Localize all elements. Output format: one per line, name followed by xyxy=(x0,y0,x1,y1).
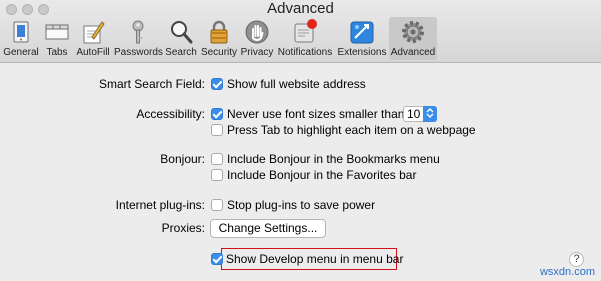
show-full-address-checkbox[interactable] xyxy=(211,78,223,90)
min-font-size-label[interactable]: Never use font sizes smaller than xyxy=(227,107,404,121)
toolbar-item-label: AutoFill xyxy=(76,47,110,58)
show-full-address-label[interactable]: Show full website address xyxy=(227,77,366,91)
notifications-icon xyxy=(292,19,318,45)
toolbar-item-security[interactable]: Security xyxy=(199,17,239,60)
min-font-size-value: 10 xyxy=(407,107,421,121)
accessibility-label: Accessibility: xyxy=(136,107,205,121)
smart-search-field-label: Smart Search Field: xyxy=(98,77,205,91)
tabs-icon xyxy=(44,19,70,45)
toolbar-item-passwords[interactable]: Passwords xyxy=(114,17,163,60)
watermark: wsxdn.com xyxy=(539,266,595,278)
help-button[interactable]: ? xyxy=(569,252,584,267)
bonjour-label: Bonjour: xyxy=(160,152,205,166)
toolbar-item-label: Advanced xyxy=(390,47,436,58)
toolbar-item-label: Security xyxy=(200,47,238,58)
window-title: Advanced xyxy=(267,0,334,17)
min-font-size-select[interactable]: 10 xyxy=(403,106,437,122)
show-develop-menu-checkbox[interactable] xyxy=(211,253,223,265)
toolbar-item-general[interactable]: General xyxy=(2,17,40,60)
tab-highlight-checkbox[interactable] xyxy=(211,124,223,136)
bonjour-favorites-checkbox[interactable] xyxy=(211,169,223,181)
key-icon xyxy=(125,19,151,45)
min-font-size-checkbox[interactable] xyxy=(211,108,223,120)
tab-highlight-label[interactable]: Press Tab to highlight each item on a we… xyxy=(227,123,476,137)
toolbar-item-label: Extensions xyxy=(337,47,387,58)
autofill-icon xyxy=(80,19,106,45)
toolbar-item-label: Passwords xyxy=(114,47,163,58)
chevron-down-icon xyxy=(423,106,437,122)
gear-icon xyxy=(400,19,426,45)
change-settings-button[interactable]: Change Settings... xyxy=(210,219,326,238)
toolbar-item-search[interactable]: Search xyxy=(164,17,198,60)
internet-plugins-label: Internet plug-ins: xyxy=(115,198,205,212)
toolbar-item-label: General xyxy=(3,47,39,58)
general-icon xyxy=(8,19,34,45)
toolbar-item-autofill[interactable]: AutoFill xyxy=(74,17,112,60)
toolbar-item-tabs[interactable]: Tabs xyxy=(42,17,72,60)
bonjour-favorites-label[interactable]: Include Bonjour in the Favorites bar xyxy=(227,168,416,182)
toolbar-item-privacy[interactable]: Privacy xyxy=(240,17,274,60)
proxies-label: Proxies: xyxy=(161,221,205,235)
show-develop-menu-label[interactable]: Show Develop menu in menu bar xyxy=(226,252,403,266)
extensions-icon xyxy=(349,19,375,45)
toolbar-item-advanced[interactable]: Advanced xyxy=(389,17,437,60)
bonjour-bookmarks-checkbox[interactable] xyxy=(211,153,223,165)
bonjour-bookmarks-label[interactable]: Include Bonjour in the Bookmarks menu xyxy=(227,152,440,166)
window-toolbar: Advanced General Tabs AutoFill Passwords… xyxy=(0,0,601,63)
toolbar-item-extensions[interactable]: Extensions xyxy=(336,17,388,60)
toolbar-item-label: Search xyxy=(165,47,197,58)
toolbar-item-notifications[interactable]: Notifications xyxy=(276,17,334,60)
toolbar-item-label: Notifications xyxy=(277,47,333,58)
lock-icon xyxy=(206,19,232,45)
stop-plugins-checkbox[interactable] xyxy=(211,199,223,211)
toolbar-item-label: Privacy xyxy=(240,47,274,58)
toolbar-item-label: Tabs xyxy=(46,47,68,58)
search-icon xyxy=(168,19,194,45)
stop-plugins-label[interactable]: Stop plug-ins to save power xyxy=(227,198,375,212)
privacy-hand-icon xyxy=(244,19,270,45)
